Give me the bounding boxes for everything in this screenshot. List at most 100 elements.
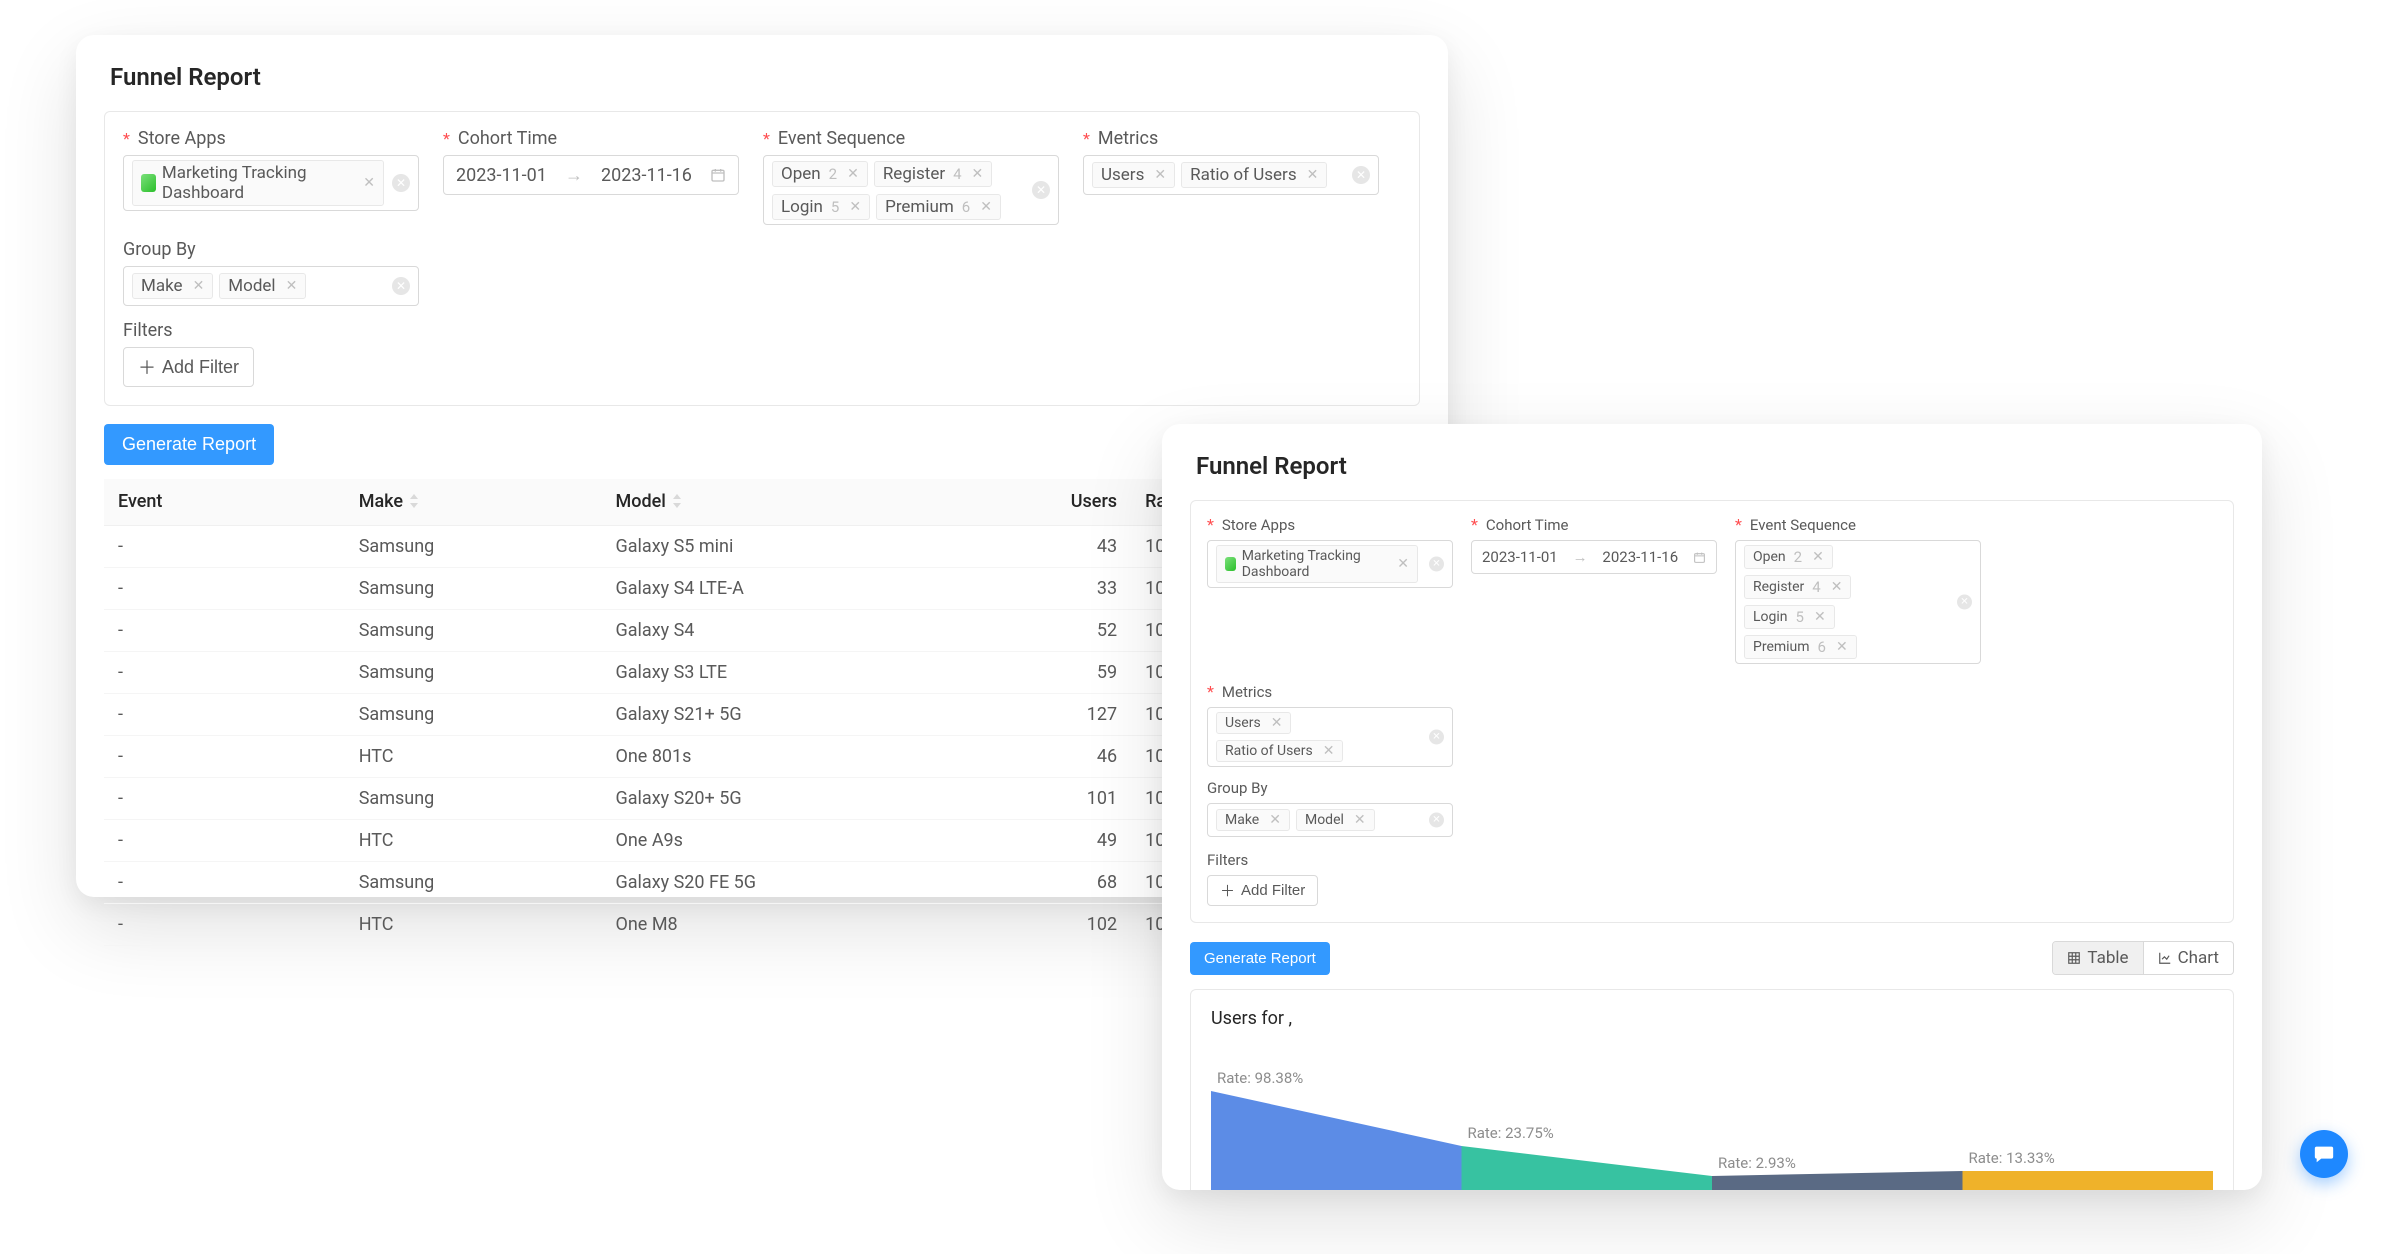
event-tag[interactable]: Login5✕ — [1744, 605, 1835, 629]
cell-model: One M8 — [601, 903, 954, 945]
col-model[interactable]: Model — [601, 479, 954, 525]
remove-tag-icon[interactable]: ✕ — [1307, 167, 1319, 183]
remove-tag-icon[interactable]: ✕ — [363, 175, 375, 191]
store-app-tag[interactable]: Marketing Tracking Dashboard ✕ — [132, 160, 384, 206]
groupby-tag[interactable]: Make✕ — [1216, 809, 1290, 831]
event-tag[interactable]: Login5✕ — [772, 194, 870, 220]
event-tag[interactable]: Register4✕ — [1744, 575, 1851, 599]
remove-tag-icon[interactable]: ✕ — [849, 199, 861, 215]
cohort-start: 2023-11-01 — [456, 165, 547, 186]
funnel-chart-panel: Users for , Rate: 98.38%Rate: 23.75%Rate… — [1190, 989, 2234, 1190]
cell-make: Samsung — [345, 861, 602, 903]
cell-event: - — [104, 693, 345, 735]
cohort-end: 2023-11-16 — [601, 165, 692, 186]
store-apps-label: Store Apps — [123, 128, 419, 149]
cell-model: Galaxy S4 — [601, 609, 954, 651]
cohort-start: 2023-11-01 — [1482, 548, 1558, 566]
remove-tag-icon[interactable]: ✕ — [286, 278, 298, 294]
cell-users: 43 — [955, 525, 1132, 567]
event-sequence-select[interactable]: Open2✕ Register4✕ Login5✕ Premium6✕ ✕ — [763, 155, 1059, 225]
cohort-date-range[interactable]: 2023-11-01 → 2023-11-16 — [1471, 540, 1717, 574]
generate-report-button[interactable]: Generate Report — [1190, 942, 1330, 975]
add-filter-button[interactable]: ＋ Add Filter — [123, 347, 254, 387]
remove-tag-icon[interactable]: ✕ — [193, 278, 205, 294]
group-by-select[interactable]: Make✕ Model✕ ✕ — [1207, 803, 1453, 837]
event-sequence-select[interactable]: Open2✕ Register4✕ Login5✕ Premium6✕ ✕ — [1735, 540, 1981, 664]
cohort-date-range[interactable]: 2023-11-01 → 2023-11-16 — [443, 155, 739, 195]
clear-all-icon[interactable]: ✕ — [1429, 730, 1444, 745]
clear-all-icon[interactable]: ✕ — [1957, 595, 1972, 610]
store-app-tag[interactable]: Marketing Tracking Dashboard ✕ — [1216, 545, 1418, 583]
remove-tag-icon[interactable]: ✕ — [1836, 639, 1848, 655]
event-tag[interactable]: Register4✕ — [874, 161, 992, 187]
remove-tag-icon[interactable]: ✕ — [1154, 167, 1166, 183]
col-make[interactable]: Make — [345, 479, 602, 525]
remove-tag-icon[interactable]: ✕ — [847, 166, 859, 182]
cell-model: Galaxy S21+ 5G — [601, 693, 954, 735]
store-apps-select[interactable]: Marketing Tracking Dashboard ✕ ✕ — [123, 155, 419, 211]
calendar-icon — [1693, 551, 1706, 564]
groupby-tag[interactable]: Make✕ — [132, 273, 213, 299]
clear-all-icon[interactable]: ✕ — [1352, 166, 1370, 184]
groupby-tag[interactable]: Model✕ — [219, 273, 306, 299]
groupby-tag[interactable]: Model✕ — [1296, 809, 1375, 831]
remove-tag-icon[interactable]: ✕ — [1323, 743, 1335, 759]
add-filter-button[interactable]: ＋ Add Filter — [1207, 875, 1318, 906]
col-event[interactable]: Event — [104, 479, 345, 525]
generate-report-button[interactable]: Generate Report — [104, 424, 274, 465]
metrics-select[interactable]: Users✕ Ratio of Users✕ ✕ — [1083, 155, 1379, 195]
cell-make: HTC — [345, 735, 602, 777]
app-icon — [141, 174, 156, 192]
cell-event: - — [104, 567, 345, 609]
cell-model: Galaxy S20 FE 5G — [601, 861, 954, 903]
sort-icon[interactable] — [672, 492, 682, 513]
remove-tag-icon[interactable]: ✕ — [1271, 715, 1283, 731]
cell-event: - — [104, 777, 345, 819]
store-apps-select[interactable]: Marketing Tracking Dashboard ✕ ✕ — [1207, 540, 1453, 588]
metric-tag[interactable]: Ratio of Users✕ — [1216, 740, 1343, 762]
plus-icon: ＋ — [138, 354, 156, 380]
filters-label: Filters — [123, 320, 1401, 341]
event-tag[interactable]: Premium6✕ — [876, 194, 1001, 220]
event-tag[interactable]: Open2✕ — [1744, 545, 1833, 569]
chart-icon — [2158, 951, 2172, 965]
remove-tag-icon[interactable]: ✕ — [1269, 812, 1281, 828]
clear-all-icon[interactable]: ✕ — [392, 174, 410, 192]
cell-make: Samsung — [345, 693, 602, 735]
metric-tag[interactable]: Users✕ — [1216, 712, 1291, 734]
metric-tag[interactable]: Users✕ — [1092, 162, 1175, 188]
event-tag[interactable]: Premium6✕ — [1744, 635, 1857, 659]
remove-tag-icon[interactable]: ✕ — [980, 199, 992, 215]
app-icon — [1225, 557, 1236, 571]
funnel-svg — [1211, 1071, 2213, 1190]
cell-make: Samsung — [345, 567, 602, 609]
remove-tag-icon[interactable]: ✕ — [972, 166, 984, 182]
remove-tag-icon[interactable]: ✕ — [1814, 609, 1826, 625]
metrics-label: Metrics — [1083, 128, 1379, 149]
remove-tag-icon[interactable]: ✕ — [1831, 579, 1843, 595]
col-users[interactable]: Users — [955, 479, 1132, 525]
funnel-stage — [1462, 1146, 1713, 1190]
clear-all-icon[interactable]: ✕ — [1032, 181, 1050, 199]
remove-tag-icon[interactable]: ✕ — [1354, 812, 1366, 828]
cell-users: 101 — [955, 777, 1132, 819]
clear-all-icon[interactable]: ✕ — [392, 277, 410, 295]
chat-fab[interactable] — [2300, 1130, 2348, 1178]
funnel-stage — [1211, 1091, 1462, 1190]
event-sequence-label: Event Sequence — [1735, 515, 1981, 534]
cell-make: Samsung — [345, 609, 602, 651]
group-by-label: Group By — [1207, 779, 2217, 797]
event-tag[interactable]: Open2✕ — [772, 161, 868, 187]
sort-icon[interactable] — [409, 492, 419, 513]
remove-tag-icon[interactable]: ✕ — [1397, 556, 1409, 572]
store-apps-label: Store Apps — [1207, 515, 1453, 534]
metrics-select[interactable]: Users✕ Ratio of Users✕ ✕ — [1207, 707, 1453, 767]
clear-all-icon[interactable]: ✕ — [1429, 813, 1444, 828]
group-by-select[interactable]: Make✕ Model✕ ✕ — [123, 266, 419, 306]
funnel-chart: Rate: 98.38%Rate: 23.75%Rate: 2.93%Rate:… — [1211, 1071, 2213, 1190]
remove-tag-icon[interactable]: ✕ — [1812, 549, 1824, 565]
clear-all-icon[interactable]: ✕ — [1429, 557, 1444, 572]
chart-toggle[interactable]: Chart — [2143, 942, 2233, 974]
metric-tag[interactable]: Ratio of Users✕ — [1181, 162, 1327, 188]
table-toggle[interactable]: Table — [2053, 942, 2142, 974]
